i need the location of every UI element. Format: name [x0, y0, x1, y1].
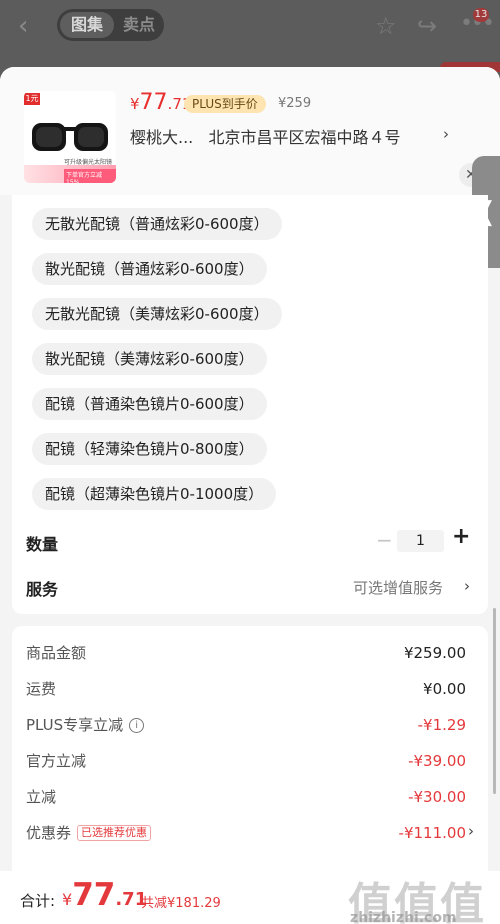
price-row-value: ¥259.00: [403, 644, 466, 662]
price-row-label: 运费: [26, 680, 57, 698]
price-row-goods: 商品金额 ¥259.00: [26, 641, 466, 665]
original-price: ¥259: [278, 96, 312, 111]
price-row-label: 优惠券 已选推荐优惠: [26, 821, 152, 845]
price-row-value: ¥0.00: [423, 680, 466, 698]
price-row-value: -¥30.00: [408, 788, 466, 806]
price-row-label: 立减: [26, 788, 57, 806]
service-selector[interactable]: 可选增值服务: [353, 577, 443, 598]
chevron-right-icon: ›: [468, 822, 474, 840]
option-chip[interactable]: 配镜（普通染色镜片0-600度）: [32, 388, 267, 420]
total-currency: ¥: [62, 890, 73, 909]
share-icon[interactable]: ↪: [417, 12, 437, 40]
price-row-value: -¥1.29: [417, 716, 466, 734]
option-chip[interactable]: 配镜（超薄染色镜片0-1000度）: [32, 478, 277, 510]
address-text: 北京市昌平区宏福中路４号: [208, 128, 401, 147]
thumb-promo-text: 下单官方立减15%: [64, 169, 116, 183]
price-row-instant: 立减 -¥30.00: [26, 785, 466, 809]
price-row-label: 商品金额: [26, 644, 87, 662]
star-icon[interactable]: ☆: [375, 12, 397, 40]
tab-gallery[interactable]: 图集: [60, 12, 114, 38]
sku-sheet: 1元 可升级偏光太阳镜 下单官方立减15% ¥77.71 PLUS到手价 ¥25…: [0, 67, 500, 924]
option-chip[interactable]: 配镜（轻薄染色镜片0-800度）: [32, 433, 267, 465]
plus-price-pill: PLUS到手价: [184, 95, 266, 113]
quantity-label: 数量: [26, 535, 59, 554]
segment-control: 图集 卖点: [57, 9, 164, 41]
coupon-label: 优惠券: [26, 824, 72, 842]
total-price: ¥77.71: [62, 877, 147, 913]
total-saved: 共减¥181.29: [141, 896, 221, 911]
total-label: 合计:: [20, 892, 56, 910]
price-row-shipping: 运费 ¥0.00: [26, 677, 466, 701]
price-row-label: 官方立减: [26, 752, 87, 770]
watermark-url: zhizhizhi.com: [350, 910, 457, 924]
price-row-coupon[interactable]: 优惠券 已选推荐优惠 -¥111.00: [26, 821, 466, 845]
product-thumbnail[interactable]: 1元 可升级偏光太阳镜 下单官方立减15%: [24, 91, 116, 183]
price-scrollbar[interactable]: [493, 686, 496, 794]
option-chip[interactable]: 散光配镜（美薄炫彩0-600度）: [32, 343, 267, 375]
shop-name: 樱桃大...: [130, 128, 194, 147]
back-icon[interactable]: ‹: [18, 12, 28, 40]
price-row-value: -¥111.00: [398, 824, 466, 842]
coupon-tag: 已选推荐优惠: [77, 825, 152, 841]
price-row-plus: PLUS专享立减 i -¥1.29: [26, 713, 466, 737]
price-int: 77: [139, 90, 168, 115]
info-icon[interactable]: i: [129, 718, 145, 733]
price-breakdown-card: 商品金额 ¥259.00 运费 ¥0.00 PLUS专享立减 i -¥1.29 官…: [12, 626, 496, 871]
sheet-header: 1元 可升级偏光太阳镜 下单官方立减15% ¥77.71 PLUS到手价 ¥25…: [0, 67, 500, 195]
thumb-tag: 1元: [24, 93, 40, 105]
option-chip[interactable]: 散光配镜（普通炫彩0-600度）: [32, 253, 267, 285]
plus-discount-label: PLUS专享立减: [26, 716, 124, 734]
chevron-right-icon: ›: [443, 125, 449, 143]
service-label: 服务: [26, 580, 59, 599]
options-card: 无散光配镜（普通炫彩0-600度） 散光配镜（普通炫彩0-600度） 无散光配镜…: [12, 195, 496, 703]
tab-selling-points[interactable]: 卖点: [117, 12, 161, 38]
checkout-footer: 合计: ¥77.71 共减¥181.29 值值值 zhizhizhi.com: [0, 871, 500, 924]
chevron-right-icon: ›: [464, 577, 470, 595]
option-chip[interactable]: 无散光配镜（美薄炫彩0-600度）: [32, 298, 282, 330]
product-price: ¥77.71: [130, 92, 191, 115]
message-badge: 13: [473, 8, 489, 22]
price-row-official: 官方立减 -¥39.00: [26, 749, 466, 773]
total-int: 77: [72, 877, 116, 913]
price-symbol: ¥: [130, 95, 140, 113]
quantity-plus-button[interactable]: +: [452, 524, 470, 549]
option-chip[interactable]: 无散光配镜（普通炫彩0-600度）: [32, 208, 282, 240]
thumb-promo-band: 下单官方立减15%: [24, 165, 116, 183]
price-row-value: -¥39.00: [408, 752, 466, 770]
quantity-input[interactable]: 1: [397, 530, 444, 552]
price-row-label: PLUS专享立减 i: [26, 713, 145, 737]
top-bar: ‹ 图集 卖点 ☆ ↪ ••• 13: [0, 0, 500, 56]
quantity-minus-button[interactable]: −: [376, 528, 393, 552]
delivery-address[interactable]: 樱桃大... 北京市昌平区宏福中路４号: [130, 124, 460, 148]
